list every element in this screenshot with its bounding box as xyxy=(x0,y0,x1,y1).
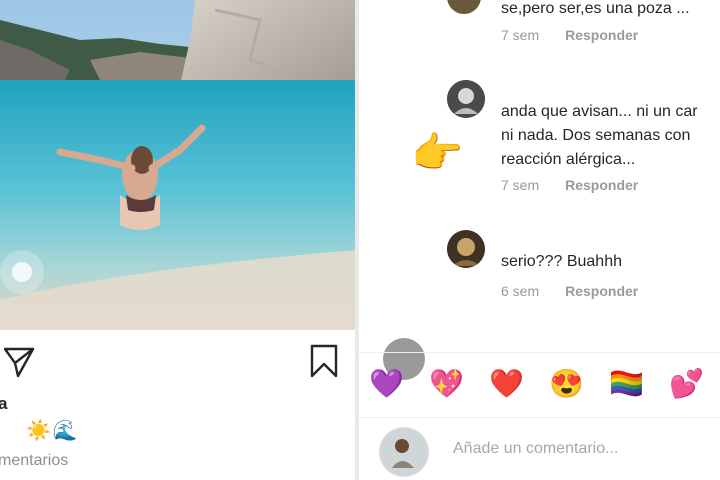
commenter-avatar[interactable] xyxy=(447,0,481,14)
quick-reactions-bar: 💜 💖 ❤️ 😍 🏳️‍🌈 💕 xyxy=(359,352,720,418)
commenter-avatar[interactable] xyxy=(447,230,485,268)
comment-text-line: anda que avisan... ni un car xyxy=(501,103,698,120)
pointing-hand-emoji: 👉 xyxy=(411,129,464,176)
caption-emoji: ☀️🌊 xyxy=(26,420,80,442)
comment-text: serio??? Buahhh xyxy=(501,250,622,274)
reaction-red-heart[interactable]: ❤️ xyxy=(489,367,524,401)
reaction-rainbow-flag[interactable]: 🏳️‍🌈 xyxy=(609,367,644,401)
commenter-avatar[interactable] xyxy=(447,80,485,118)
share-icon[interactable] xyxy=(2,346,36,378)
view-comments-link[interactable]: mentarios xyxy=(0,452,68,470)
reaction-purple-heart[interactable]: 💜 xyxy=(369,367,404,401)
post-photo[interactable] xyxy=(0,0,355,330)
current-user-avatar[interactable] xyxy=(379,427,429,477)
comment-time: 6 sem xyxy=(501,283,540,299)
comment-text: anda que avisan... ni un car ni nada. Do… xyxy=(501,100,698,172)
add-comment-input[interactable] xyxy=(451,439,705,459)
bookmark-icon[interactable] xyxy=(308,344,340,378)
caption-username[interactable]: a xyxy=(0,394,7,414)
add-comment-bar xyxy=(359,417,720,480)
comment-text-line: reacción alérgica... xyxy=(501,151,636,168)
reply-button[interactable]: Responder xyxy=(565,177,638,193)
comment-time: 7 sem xyxy=(501,27,540,43)
comment-meta: 7 sem Responder xyxy=(501,177,638,193)
reply-button[interactable]: Responder xyxy=(565,283,638,299)
comment-text-line: serio??? Buahhh xyxy=(501,253,622,270)
reaction-heart-eyes[interactable]: 😍 xyxy=(549,367,584,401)
reaction-sparkling-heart[interactable]: 💖 xyxy=(429,367,464,401)
comment-meta: 7 sem Responder xyxy=(501,27,638,43)
comment-meta: 6 sem Responder xyxy=(501,283,638,299)
comments-panel: se,pero ser,es una poza ... 7 sem Respond… xyxy=(359,0,720,480)
reply-button[interactable]: Responder xyxy=(565,27,638,43)
comment-text-line: se,pero ser,es una poza ... xyxy=(501,0,690,17)
reaction-two-hearts[interactable]: 💕 xyxy=(669,367,704,401)
comment-text: se,pero ser,es una poza ... xyxy=(501,0,690,21)
post-panel: a ☀️🌊 mentarios xyxy=(0,0,355,480)
comment-text-line: ni nada. Dos semanas con xyxy=(501,127,691,144)
comment-time: 7 sem xyxy=(501,177,540,193)
